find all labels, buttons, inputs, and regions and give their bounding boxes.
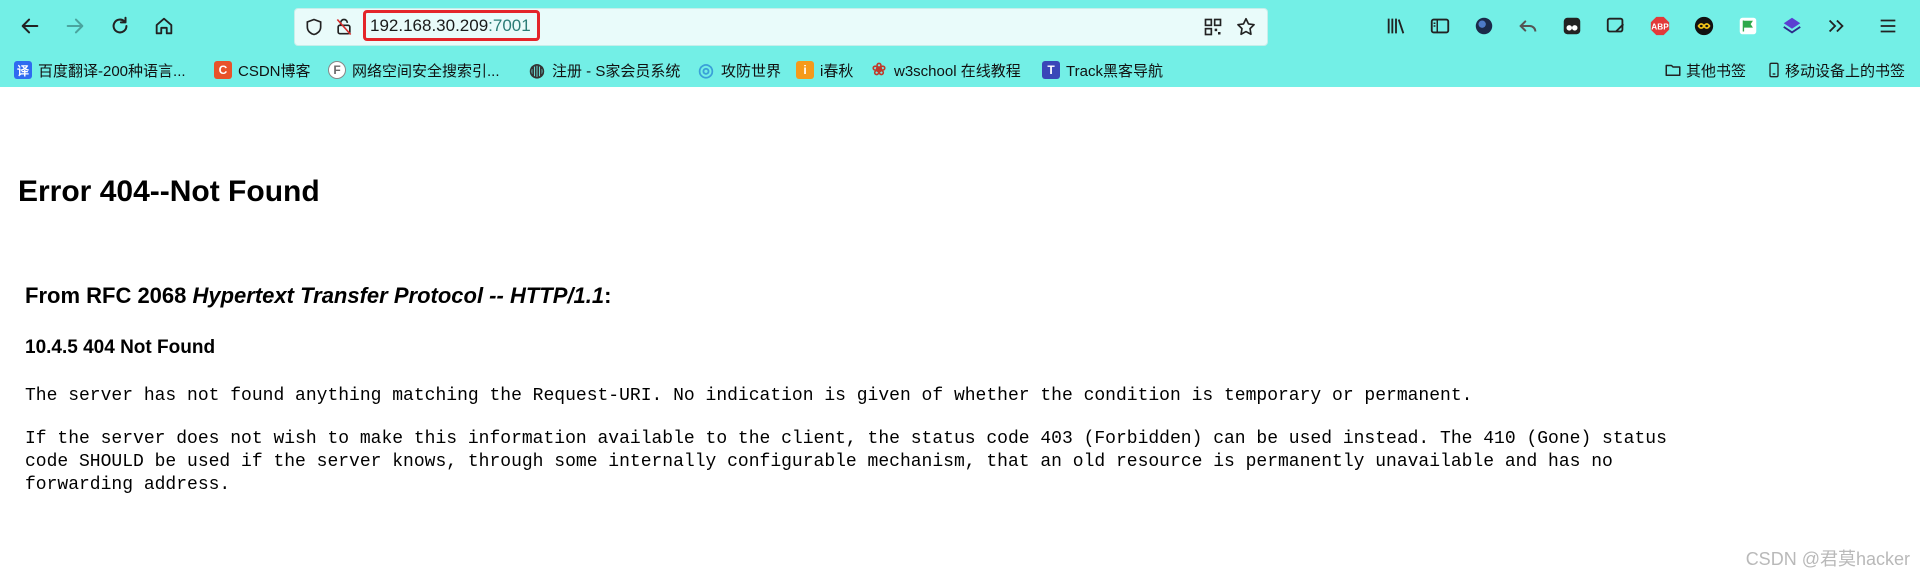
- rfc-title: Hypertext Transfer Protocol -- HTTP/1.1: [192, 283, 605, 308]
- csdn-icon: C: [214, 61, 232, 79]
- bookmark-item[interactable]: ◍ 注册 - S家会员系统: [528, 58, 680, 82]
- browser-toolbar: 192.168.30.209:7001 ABP 译 百度翻译-200种语言...…: [0, 0, 1920, 87]
- bookmark-label: 网络空间安全搜索引...: [352, 62, 500, 80]
- bookmark-item[interactable]: C CSDN博客: [214, 58, 311, 82]
- rfc-heading: From RFC 2068 Hypertext Transfer Protoco…: [25, 283, 611, 309]
- overflow-chevron-icon[interactable]: [1822, 12, 1850, 40]
- forward-arrow-icon: [66, 18, 84, 34]
- paragraph-1: The server has not found anything matchi…: [25, 386, 1473, 406]
- svg-text:ABP: ABP: [1651, 23, 1669, 32]
- url-port: :7001: [488, 16, 531, 35]
- menu-hamburger-icon[interactable]: [1874, 12, 1902, 40]
- page-content: Error 404--Not Found From RFC 2068 Hyper…: [0, 87, 1920, 583]
- bookmark-label: 注册 - S家会员系统: [552, 62, 681, 80]
- bookmark-label: w3school 在线教程: [894, 62, 1021, 80]
- mobile-bookmarks-folder[interactable]: 移动设备上的书签: [1766, 58, 1905, 82]
- bookmark-item[interactable]: F 网络空间安全搜索引...: [328, 58, 500, 82]
- ichunqiu-icon: i: [796, 61, 814, 79]
- adworld-icon: ◎: [698, 59, 714, 80]
- bookmark-item[interactable]: 译 百度翻译-200种语言...: [14, 58, 186, 82]
- extension-dark-globe-icon[interactable]: [1470, 12, 1498, 40]
- shield-icon[interactable]: [303, 16, 325, 38]
- sidebar-icon[interactable]: [1426, 12, 1454, 40]
- error-title: Error 404--Not Found: [18, 175, 320, 208]
- bookmark-label: Track黑客导航: [1066, 62, 1163, 80]
- section-heading: 10.4.5 404 Not Found: [25, 337, 216, 358]
- bookmarks-bar: 译 百度翻译-200种语言... C CSDN博客 F 网络空间安全搜索引...…: [0, 55, 1920, 85]
- rfc-suffix: :: [604, 283, 612, 308]
- extension-tampermonkey-icon[interactable]: [1558, 12, 1586, 40]
- bookmark-label: 攻防世界: [721, 62, 782, 80]
- insecure-lock-icon[interactable]: [333, 16, 355, 38]
- bookmark-item[interactable]: ◎ 攻防世界: [697, 58, 781, 82]
- back-button[interactable]: [16, 12, 44, 40]
- address-bar[interactable]: 192.168.30.209:7001: [294, 8, 1268, 46]
- bookmark-item[interactable]: i i春秋: [796, 58, 853, 82]
- extension-flag-icon[interactable]: [1734, 12, 1762, 40]
- screenshot-edit-icon[interactable]: [1602, 12, 1630, 40]
- forward-button[interactable]: [61, 12, 89, 40]
- bookmark-label: 百度翻译-200种语言...: [38, 62, 186, 80]
- reload-icon: [112, 16, 128, 34]
- bookmark-item[interactable]: T Track黑客导航: [1042, 58, 1163, 82]
- translate-icon: 译: [14, 61, 32, 79]
- qr-code-icon[interactable]: [1202, 16, 1224, 38]
- library-icon[interactable]: [1382, 12, 1410, 40]
- paragraph-2-line: code SHOULD be used if the server knows,…: [25, 452, 1613, 472]
- url-text[interactable]: 192.168.30.209:7001: [370, 16, 531, 36]
- paragraph-2: If the server does not wish to make this…: [25, 428, 1905, 497]
- other-bookmarks-folder[interactable]: 其他书签: [1664, 58, 1746, 82]
- home-button[interactable]: [150, 12, 178, 40]
- paragraph-2-line: forwarding address.: [25, 475, 231, 495]
- back-arrow-icon: [21, 18, 39, 34]
- url-host: 192.168.30.209: [370, 16, 489, 35]
- bookmark-item[interactable]: ❀ w3school 在线教程: [870, 58, 1021, 82]
- mobile-device-icon: [1769, 62, 1779, 78]
- rfc-prefix: From RFC 2068: [25, 283, 193, 308]
- home-icon: [155, 17, 173, 35]
- bookmark-label: CSDN博客: [238, 62, 311, 80]
- mobile-bookmarks-label: 移动设备上的书签: [1785, 62, 1906, 80]
- globe-icon: ◍: [529, 59, 545, 80]
- fofa-icon: F: [328, 61, 346, 79]
- bookmark-label: i春秋: [820, 62, 854, 80]
- extension-infinity-icon[interactable]: [1690, 12, 1718, 40]
- adblock-plus-icon[interactable]: ABP: [1646, 12, 1674, 40]
- bookmark-star-icon[interactable]: [1235, 16, 1257, 38]
- other-bookmarks-label: 其他书签: [1686, 62, 1747, 80]
- extension-layers-icon[interactable]: [1778, 12, 1806, 40]
- csdn-watermark: CSDN @君莫hacker: [1745, 549, 1910, 569]
- undo-arrow-icon[interactable]: [1514, 12, 1542, 40]
- w3school-icon: ❀: [871, 60, 887, 79]
- paragraph-2-line: If the server does not wish to make this…: [25, 429, 1667, 449]
- folder-icon: [1665, 64, 1681, 76]
- track-icon: T: [1042, 61, 1060, 79]
- reload-button[interactable]: [106, 12, 134, 40]
